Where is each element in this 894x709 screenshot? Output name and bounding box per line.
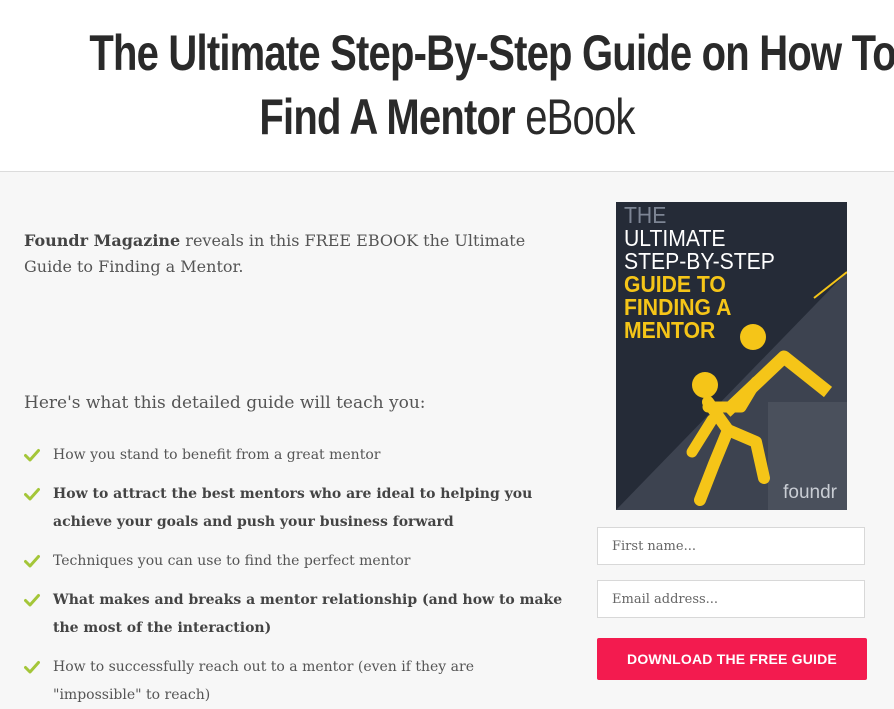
title-line1: The Ultimate Step-By-Step Guide on How T…: [89, 25, 894, 81]
list-item: How to successfully reach out to a mento…: [24, 653, 564, 709]
intro-text: Foundr Magazine reveals in this FREE EBO…: [24, 228, 564, 280]
list-item-text: Techniques you can use to find the perfe…: [53, 553, 411, 569]
cover-line-guide: GUIDE TO: [624, 271, 726, 297]
benefit-list: How you stand to benefit from a great me…: [24, 441, 564, 709]
check-icon: [24, 555, 40, 568]
email-field[interactable]: [597, 580, 865, 618]
check-icon: [24, 661, 40, 674]
cover-line-mentor: MENTOR: [624, 317, 716, 343]
ebook-cover: THE ULTIMATE STEP-BY-STEP GUIDE TO FINDI…: [616, 202, 847, 510]
list-item: How to attract the best mentors who are …: [24, 480, 564, 536]
cover-line-finding: FINDING A: [624, 294, 732, 320]
list-item-text: How to attract the best mentors who are …: [53, 486, 533, 530]
page-header: The Ultimate Step-By-Step Guide on How T…: [0, 0, 894, 172]
brand-name: Foundr Magazine: [24, 231, 181, 250]
cover-line-step: STEP-BY-STEP: [624, 248, 775, 274]
main-content: Foundr Magazine reveals in this FREE EBO…: [0, 172, 894, 703]
cover-line-ultimate: ULTIMATE: [624, 225, 726, 251]
title-suffix: eBook: [514, 89, 635, 145]
description-column: Foundr Magazine reveals in this FREE EBO…: [24, 228, 564, 703]
list-item: How you stand to benefit from a great me…: [24, 441, 564, 469]
foundr-logo: foundr: [783, 482, 837, 503]
list-item: Techniques you can use to find the perfe…: [24, 547, 564, 575]
list-item-text: What makes and breaks a mentor relations…: [53, 592, 563, 636]
list-item: What makes and breaks a mentor relations…: [24, 586, 564, 642]
check-icon: [24, 488, 40, 501]
list-item-text: How to successfully reach out to a mento…: [53, 659, 474, 703]
download-guide-button[interactable]: DOWNLOAD THE FREE GUIDE: [597, 638, 867, 680]
title-bold: Find A Mentor: [259, 89, 515, 145]
page-title: The Ultimate Step-By-Step Guide on How T…: [0, 0, 894, 148]
cover-title: THE ULTIMATE STEP-BY-STEP GUIDE TO FINDI…: [624, 204, 788, 342]
cover-line-the: THE: [624, 202, 667, 228]
first-name-field[interactable]: [597, 527, 865, 565]
title-line2: Find A Mentor eBook: [89, 86, 804, 148]
list-item-text: How you stand to benefit from a great me…: [53, 447, 381, 463]
check-icon: [24, 594, 40, 607]
check-icon: [24, 449, 40, 462]
lead-heading: Here's what this detailed guide will tea…: [24, 393, 426, 413]
